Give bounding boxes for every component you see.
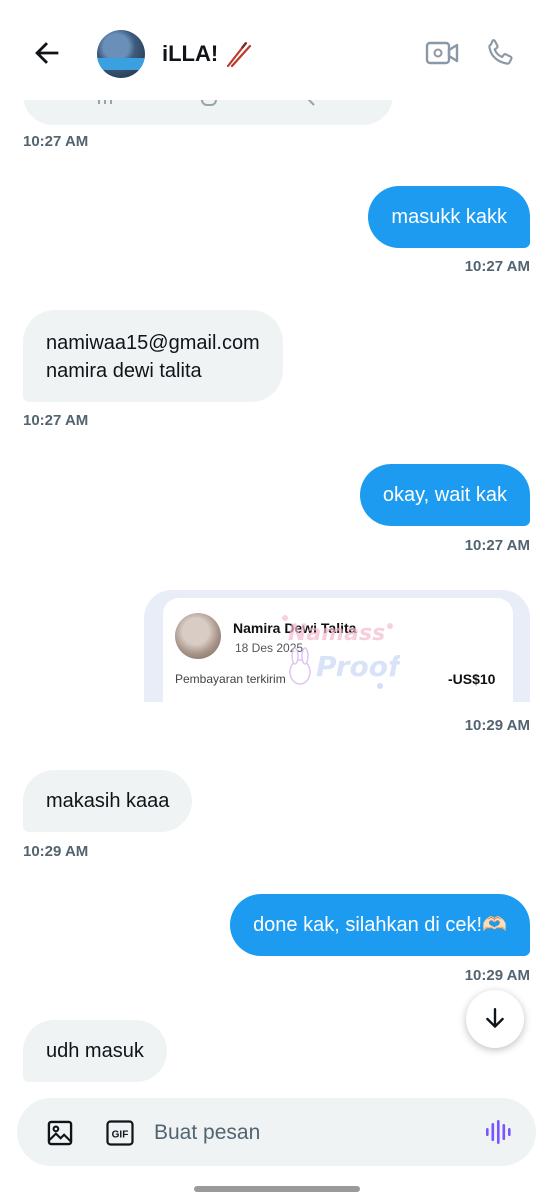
voice-message-icon[interactable] <box>484 1118 512 1146</box>
contact-name[interactable]: iLLA! <box>162 40 252 68</box>
svg-text:Namass: Namass <box>288 621 385 646</box>
gif-label: GIF <box>112 1130 129 1141</box>
message-bubble-outgoing[interactable]: done kak, silahkan di cek!🫶🏻 <box>230 894 530 956</box>
message-bubble-outgoing[interactable]: masukk kakk <box>368 186 530 248</box>
avatar[interactable] <box>97 30 145 78</box>
payment-amount: -US$10 <box>448 671 496 687</box>
message-time: 10:29 AM <box>464 717 530 734</box>
gesture-home-bar[interactable] <box>194 1186 360 1192</box>
message-input[interactable] <box>154 1118 454 1148</box>
scroll-to-bottom-button[interactable] <box>466 990 524 1048</box>
arrow-down-icon <box>486 1008 504 1028</box>
message-time: 10:29 AM <box>464 967 530 984</box>
message-time: 10:29 AM <box>23 843 89 860</box>
image-icon[interactable] <box>46 1119 74 1147</box>
message-text: makasih kaaa <box>46 790 170 812</box>
chopsticks-emoji-icon <box>227 41 252 68</box>
message-bubble-outgoing[interactable]: okay, wait kak <box>359 464 530 526</box>
phone-call-icon[interactable] <box>484 37 516 69</box>
message-time: 10:27 AM <box>464 537 530 554</box>
avatar <box>175 613 221 659</box>
chat-header: iLLA! <box>0 0 553 100</box>
message-text: done kak, silahkan di cek!🫶🏻 <box>253 914 507 936</box>
payment-status: Pembayaran terkirim <box>175 672 286 686</box>
message-time: 10:27 AM <box>464 258 530 275</box>
message-time: 10:27 AM <box>23 133 89 150</box>
message-bubble-incoming[interactable]: makasih kaaa <box>23 770 193 832</box>
message-text-line: namiwaa15@gmail.com <box>46 332 260 354</box>
message-text: masukk kakk <box>391 206 507 228</box>
watermark-logo: Namass Proof <box>282 615 400 689</box>
message-bubble-incoming[interactable]: namiwaa15@gmail.com namira dewi talita <box>23 310 283 402</box>
svg-text:Proof: Proof <box>316 650 400 683</box>
message-text-line: namira dewi talita <box>46 360 202 382</box>
contact-name-text: iLLA! <box>162 41 219 66</box>
message-bubble-incoming[interactable]: udh masuk <box>23 1020 167 1082</box>
gif-icon[interactable]: GIF <box>106 1120 134 1146</box>
back-arrow-icon[interactable] <box>30 36 64 70</box>
message-text: udh masuk <box>46 1040 144 1062</box>
message-time: 10:27 AM <box>23 412 89 429</box>
message-text: okay, wait kak <box>382 484 507 506</box>
video-call-icon[interactable] <box>425 38 459 68</box>
